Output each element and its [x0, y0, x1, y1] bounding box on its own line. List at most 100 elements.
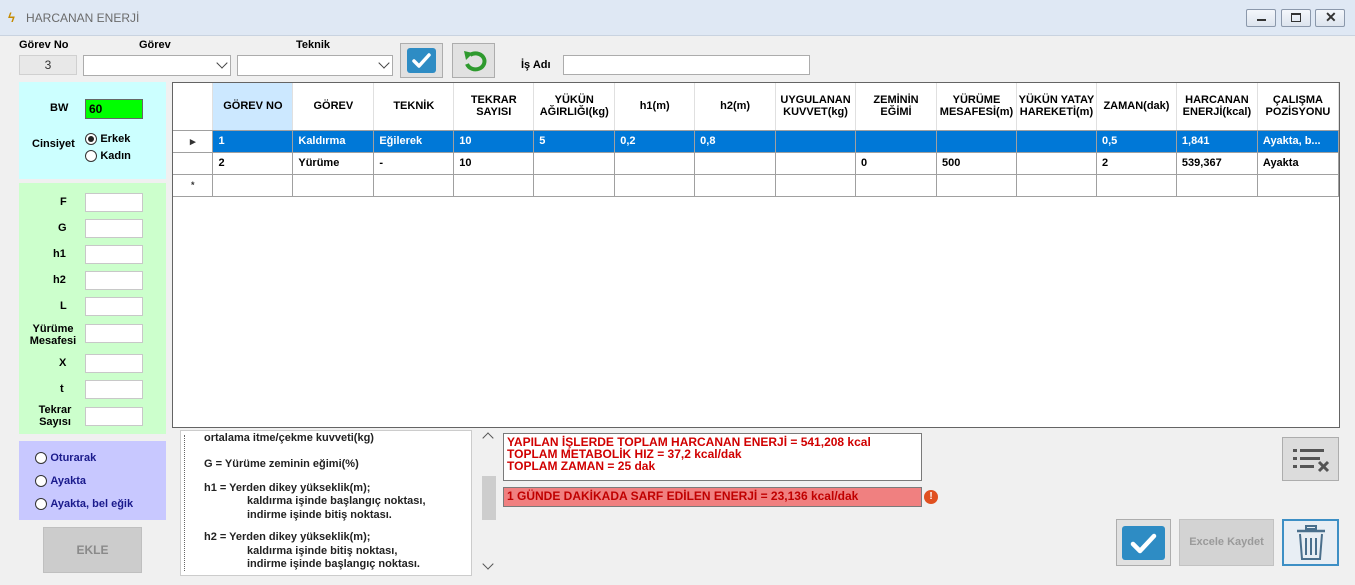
table-cell[interactable]: 2 — [1096, 152, 1177, 175]
chevron-down-icon — [216, 57, 228, 69]
table-cell[interactable] — [694, 152, 777, 175]
table-cell[interactable]: Ayakta, b... — [1257, 130, 1340, 153]
posture-radio-bel-egik[interactable]: Ayakta, bel eğik — [35, 496, 133, 510]
table-cell[interactable] — [453, 174, 535, 197]
table-cell[interactable] — [775, 174, 857, 197]
col-header[interactable]: GÖREV NO — [212, 83, 294, 131]
gender-radio-erkek[interactable]: Erkek — [85, 131, 130, 145]
ekle-button[interactable]: EKLE — [43, 527, 142, 573]
row-header[interactable] — [173, 152, 214, 175]
table-cell[interactable]: 539,367 — [1176, 152, 1258, 175]
scroll-up-icon[interactable] — [482, 432, 494, 444]
gender-radio-kadin[interactable]: Kadın — [85, 148, 131, 162]
param-input-g[interactable] — [85, 219, 143, 238]
table-cell[interactable]: - — [373, 152, 455, 175]
table-cell[interactable]: 0,5 — [1096, 130, 1177, 153]
table-cell[interactable] — [936, 130, 1017, 153]
table-row[interactable]: ▸ 1 Kaldırma Eğilerek 10 5 0,2 0,8 0,5 1… — [173, 130, 1340, 153]
info-scrollbar[interactable] — [481, 430, 497, 576]
col-header[interactable]: ZEMİNİN EĞİMİ — [855, 83, 937, 131]
table-cell[interactable]: 0,8 — [694, 130, 777, 153]
param-input-h1[interactable] — [85, 245, 143, 264]
excel-save-button[interactable]: Excele Kaydet — [1179, 519, 1274, 566]
scroll-thumb[interactable] — [482, 476, 496, 520]
table-cell[interactable] — [855, 130, 937, 153]
col-header[interactable]: h1(m) — [614, 83, 696, 131]
table-cell[interactable] — [614, 152, 696, 175]
info-textbox[interactable]: ortalama itme/çekme kuvveti(kg) G = Yürü… — [180, 430, 472, 576]
teknik-select[interactable] — [237, 55, 393, 76]
confirm-button[interactable] — [400, 43, 443, 78]
table-cell[interactable]: 500 — [936, 152, 1017, 175]
minimize-icon — [1257, 19, 1266, 21]
grid-header-row: GÖREV NO GÖREV TEKNİK TEKRAR SAYISI YÜKÜ… — [173, 83, 1340, 131]
table-cell[interactable] — [1016, 174, 1097, 197]
table-cell[interactable] — [1257, 174, 1340, 197]
is-adi-input[interactable] — [563, 55, 810, 75]
param-input-t[interactable] — [85, 380, 143, 399]
delete-button[interactable] — [1282, 519, 1339, 566]
results-box: YAPILAN İŞLERDE TOPLAM HARCANAN ENERJİ =… — [503, 433, 922, 481]
bw-input[interactable]: 60 — [85, 99, 143, 119]
table-cell[interactable] — [614, 174, 696, 197]
param-input-h2[interactable] — [85, 271, 143, 290]
table-cell[interactable] — [855, 174, 937, 197]
row-selector-icon[interactable]: ▸ — [173, 130, 214, 153]
table-cell[interactable] — [292, 174, 375, 197]
table-cell[interactable]: 1,841 — [1176, 130, 1258, 153]
col-header[interactable]: ZAMAN(dak) — [1096, 83, 1177, 131]
table-cell[interactable] — [1176, 174, 1258, 197]
col-header[interactable]: YÜKÜN AĞIRLIĞI(kg) — [533, 83, 616, 131]
col-header[interactable]: YÜKÜN YATAY HAREKETİ(m) — [1016, 83, 1097, 131]
table-cell[interactable]: 0 — [855, 152, 937, 175]
table-row[interactable]: 2 Yürüme - 10 0 500 2 539,367 Ayakta — [173, 152, 1340, 175]
table-cell[interactable]: 5 — [533, 130, 616, 153]
table-cell[interactable] — [212, 174, 294, 197]
bw-panel: BW 60 Cinsiyet Erkek Kadın — [19, 82, 166, 179]
col-header[interactable]: h2(m) — [694, 83, 777, 131]
table-cell[interactable] — [1096, 174, 1177, 197]
table-cell[interactable]: Ayakta — [1257, 152, 1340, 175]
table-cell[interactable]: 10 — [453, 130, 535, 153]
col-header[interactable]: YÜRÜME MESAFESİ(m) — [936, 83, 1017, 131]
table-cell[interactable] — [1016, 152, 1097, 175]
minimize-button[interactable] — [1246, 9, 1276, 27]
col-header[interactable]: HARCANAN ENERJİ(kcal) — [1176, 83, 1258, 131]
param-input-tekrar[interactable] — [85, 407, 143, 426]
table-cell[interactable] — [936, 174, 1017, 197]
col-header[interactable]: UYGULANAN KUVVET(kg) — [775, 83, 857, 131]
table-cell[interactable]: 2 — [212, 152, 294, 175]
posture-radio-ayakta[interactable]: Ayakta — [35, 473, 86, 487]
table-cell[interactable]: Yürüme — [292, 152, 375, 175]
param-input-x[interactable] — [85, 354, 143, 373]
new-row[interactable]: * — [173, 174, 1340, 197]
table-cell[interactable]: 1 — [212, 130, 294, 153]
param-input-f[interactable] — [85, 193, 143, 212]
table-cell[interactable]: 0,2 — [614, 130, 696, 153]
param-input-yurume[interactable] — [85, 324, 143, 343]
table-cell[interactable] — [533, 152, 616, 175]
close-button[interactable]: ✕ — [1315, 9, 1345, 27]
table-cell[interactable] — [775, 152, 857, 175]
clear-list-button[interactable] — [1282, 437, 1339, 481]
table-cell[interactable] — [533, 174, 616, 197]
col-header[interactable]: TEKNİK — [373, 83, 455, 131]
table-cell[interactable]: 10 — [453, 152, 535, 175]
maximize-button[interactable] — [1281, 9, 1311, 27]
param-input-l[interactable] — [85, 297, 143, 316]
posture-radio-oturarak[interactable]: Oturarak — [35, 450, 96, 464]
col-header[interactable]: GÖREV — [292, 83, 375, 131]
col-header[interactable]: TEKRAR SAYISI — [453, 83, 535, 131]
table-cell[interactable] — [373, 174, 455, 197]
save-confirm-button[interactable] — [1116, 519, 1171, 566]
title-bar — [0, 0, 1355, 36]
table-cell[interactable]: Eğilerek — [373, 130, 455, 153]
table-cell[interactable] — [775, 130, 857, 153]
table-cell[interactable] — [1016, 130, 1097, 153]
scroll-down-icon[interactable] — [482, 558, 494, 570]
col-header[interactable]: ÇALIŞMA POZİSYONU — [1257, 83, 1340, 131]
table-cell[interactable]: Kaldırma — [292, 130, 375, 153]
table-cell[interactable] — [694, 174, 777, 197]
gorev-select[interactable] — [83, 55, 231, 76]
refresh-button[interactable] — [452, 43, 495, 78]
